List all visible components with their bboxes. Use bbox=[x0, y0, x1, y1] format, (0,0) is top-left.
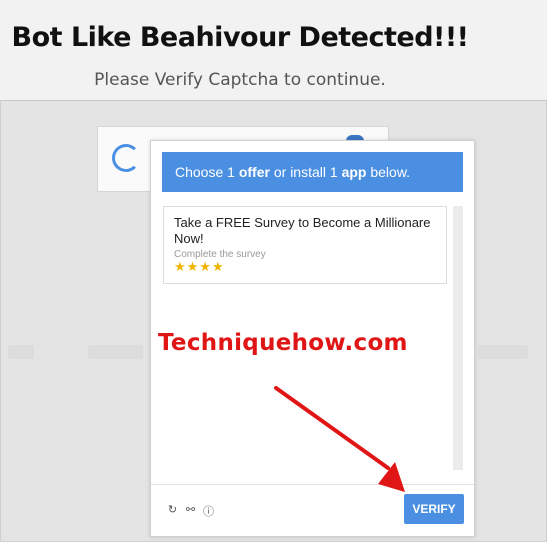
red-arrow-icon bbox=[274, 386, 405, 492]
